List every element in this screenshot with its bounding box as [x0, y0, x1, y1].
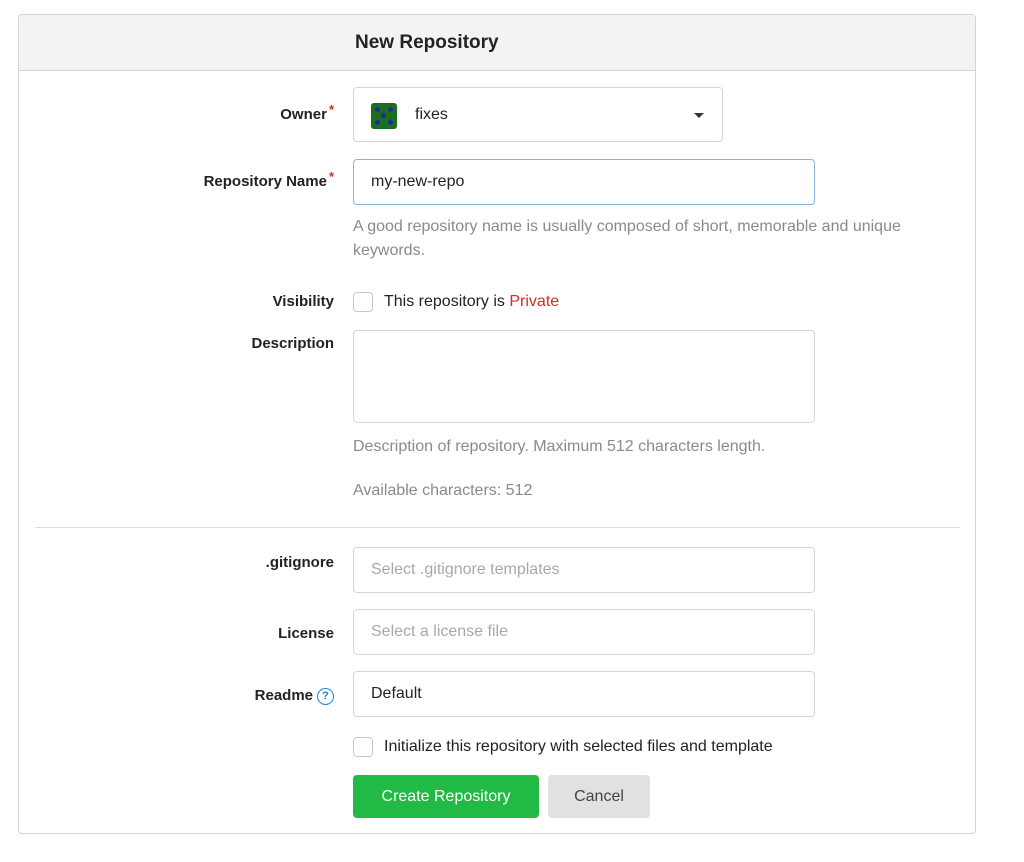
init-checkbox-label[interactable]: Initialize this repository with selected…	[384, 738, 773, 756]
owner-label: Owner *	[280, 102, 334, 123]
gitignore-select[interactable]: Select .gitignore templates	[353, 547, 815, 593]
gitignore-label: .gitignore	[265, 554, 334, 571]
repo-name-help: A good repository name is usually compos…	[353, 218, 901, 259]
question-circle-icon[interactable]: ?	[317, 688, 334, 705]
visibility-label: Visibility	[272, 293, 334, 310]
avatar-dot	[375, 120, 380, 125]
avatar-dot	[388, 107, 393, 112]
owner-value: fixes	[415, 106, 448, 123]
required-mark: *	[328, 169, 334, 184]
private-text: Private	[509, 293, 560, 310]
license-select[interactable]: Select a license file	[353, 609, 815, 655]
description-textarea[interactable]	[353, 330, 815, 423]
owner-dropdown[interactable]: fixes	[353, 87, 723, 142]
visibility-text: This repository is	[384, 293, 510, 310]
chevron-down-icon	[694, 113, 704, 118]
gitignore-placeholder: Select .gitignore templates	[371, 561, 560, 578]
license-label: License	[278, 625, 334, 642]
private-checkbox-label[interactable]: This repository is Private	[384, 293, 559, 311]
required-mark: *	[328, 102, 334, 117]
private-checkbox[interactable]	[353, 292, 373, 312]
section-divider	[35, 527, 960, 528]
form-header: New Repository	[19, 15, 975, 71]
repo-name-input[interactable]	[353, 159, 815, 205]
create-repository-button[interactable]: Create Repository	[353, 775, 539, 818]
owner-label-text: Owner	[280, 106, 327, 123]
readme-select[interactable]: Default	[353, 671, 815, 717]
description-label: Description	[251, 335, 334, 352]
new-repository-form: New Repository Owner * fixes Repository N…	[18, 14, 976, 834]
available-characters: Available characters: 512	[353, 482, 533, 499]
owner-avatar	[371, 103, 397, 129]
repo-name-label: Repository Name *	[203, 169, 334, 190]
readme-label: Readme?	[255, 687, 334, 706]
avatar-dot	[375, 107, 380, 112]
avatar-dot	[381, 113, 386, 118]
init-checkbox[interactable]	[353, 737, 373, 757]
avatar-dot	[388, 120, 393, 125]
cancel-button[interactable]: Cancel	[548, 775, 650, 818]
page-title: New Repository	[355, 32, 499, 53]
readme-label-text: Readme	[254, 687, 313, 704]
repo-name-label-text: Repository Name	[203, 173, 327, 190]
license-placeholder: Select a license file	[371, 623, 508, 640]
readme-value: Default	[371, 685, 422, 702]
description-help: Description of repository. Maximum 512 c…	[353, 438, 766, 455]
